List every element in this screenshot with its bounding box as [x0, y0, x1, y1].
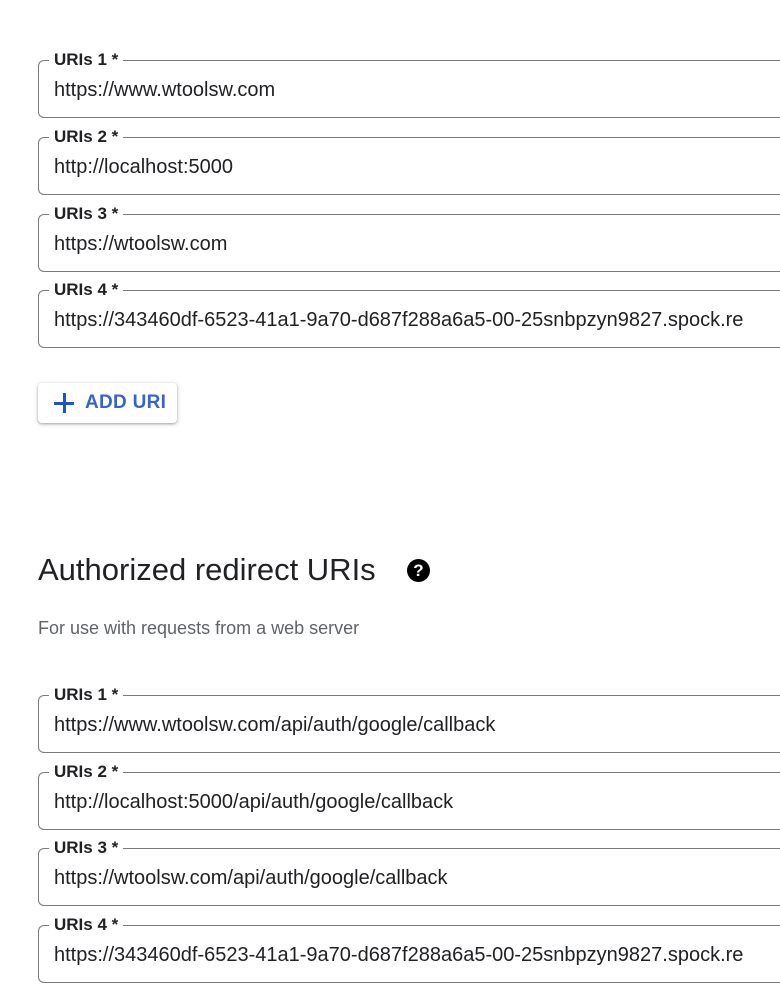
help-circle-icon[interactable]: ?: [407, 559, 430, 582]
redirect-uri-input-1[interactable]: https://www.wtoolsw.com/api/auth/google/…: [54, 712, 780, 738]
section-title-redirect-uris: Authorized redirect URIs: [38, 552, 376, 587]
origin-uri-field-2[interactable]: URIs 2 * http://localhost:5000: [38, 127, 780, 195]
origin-uri-field-3[interactable]: URIs 3 * https://wtoolsw.com: [38, 204, 780, 272]
origin-uri-input-4[interactable]: https://343460df-6523-41a1-9a70-d687f288…: [54, 307, 780, 333]
redirect-uri-label-1: URIs 1 *: [49, 685, 124, 705]
origin-uri-field-4[interactable]: URIs 4 * https://343460df-6523-41a1-9a70…: [38, 280, 780, 348]
origin-uri-label-1: URIs 1 *: [49, 50, 124, 70]
redirect-uri-input-3[interactable]: https://wtoolsw.com/api/auth/google/call…: [54, 865, 780, 891]
plus-icon: [53, 392, 75, 414]
add-origin-uri-button[interactable]: ADD URI: [38, 383, 177, 423]
add-uri-button-label: ADD URI: [85, 392, 167, 413]
redirect-uri-input-2[interactable]: http://localhost:5000/api/auth/google/ca…: [54, 789, 780, 815]
origin-uri-label-4: URIs 4 *: [49, 280, 124, 300]
redirect-uri-field-4[interactable]: URIs 4 * https://343460df-6523-41a1-9a70…: [38, 915, 780, 983]
origin-uri-label-3: URIs 3 *: [49, 204, 124, 224]
origin-uri-label-2: URIs 2 *: [49, 127, 124, 147]
redirect-uri-label-2: URIs 2 *: [49, 762, 124, 782]
origin-uri-input-2[interactable]: http://localhost:5000: [54, 154, 780, 180]
origin-uri-input-1[interactable]: https://www.wtoolsw.com: [54, 77, 780, 103]
origin-uri-field-1[interactable]: URIs 1 * https://www.wtoolsw.com: [38, 50, 780, 118]
redirect-uri-field-1[interactable]: URIs 1 * https://www.wtoolsw.com/api/aut…: [38, 685, 780, 753]
redirect-uri-input-4[interactable]: https://343460df-6523-41a1-9a70-d687f288…: [54, 942, 780, 968]
redirect-uri-label-4: URIs 4 *: [49, 915, 124, 935]
redirect-uri-field-2[interactable]: URIs 2 * http://localhost:5000/api/auth/…: [38, 762, 780, 830]
redirect-uri-label-3: URIs 3 *: [49, 838, 124, 858]
section-description: For use with requests from a web server: [38, 618, 360, 638]
origin-uri-input-3[interactable]: https://wtoolsw.com: [54, 231, 780, 257]
redirect-uri-field-3[interactable]: URIs 3 * https://wtoolsw.com/api/auth/go…: [38, 838, 780, 906]
